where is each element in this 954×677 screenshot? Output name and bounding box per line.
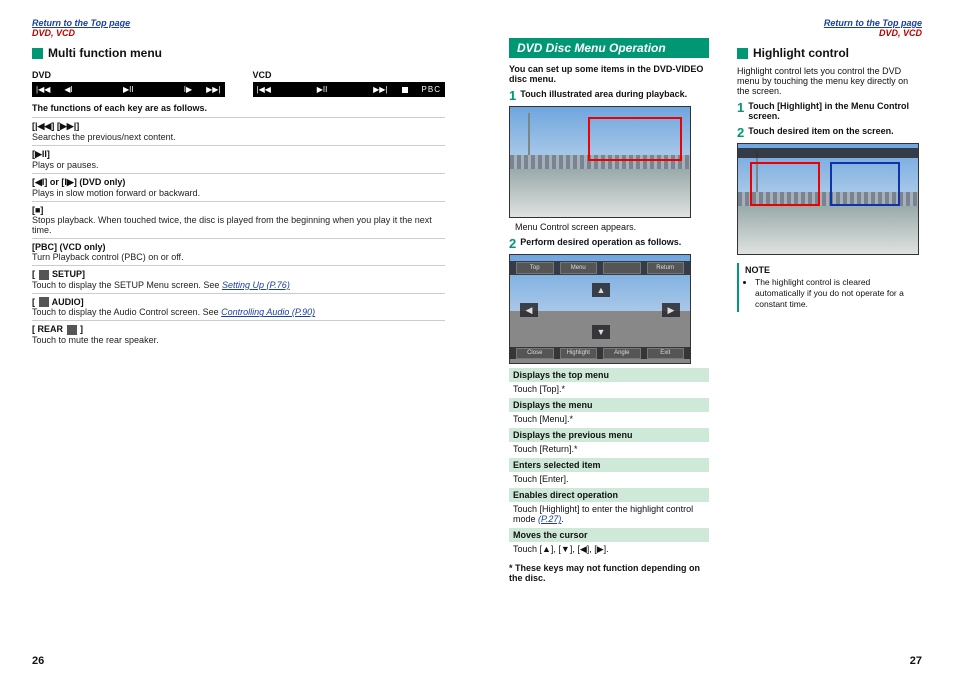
stop-icon bbox=[402, 87, 408, 93]
step-1: 1Touch illustrated area during playback. bbox=[509, 89, 709, 102]
highlight-screenshot bbox=[737, 143, 919, 255]
func-item: [PBC] (VCD only)Turn Playback control (P… bbox=[32, 238, 445, 265]
setup-icon bbox=[39, 270, 49, 280]
operation-table: Displays the top menuTouch [Top].* Displ… bbox=[509, 368, 709, 557]
table-value: Touch [Enter]. bbox=[509, 472, 709, 486]
heading-highlight-control: Highlight control bbox=[737, 46, 922, 60]
table-header: Displays the menu bbox=[509, 398, 709, 412]
thumb-highlight bbox=[830, 162, 900, 206]
table-header: Moves the cursor bbox=[509, 528, 709, 542]
prev-icon: |◀◀ bbox=[257, 85, 271, 94]
functions-intro: The functions of each key are as follows… bbox=[32, 103, 445, 113]
func-item: [ SETUP]Touch to display the SETUP Menu … bbox=[32, 265, 445, 293]
arrow-down-icon: ▼ bbox=[592, 325, 610, 339]
vcd-control-bar: |◀◀ ▶II ▶▶| PBC bbox=[253, 82, 446, 97]
thumb-highlight bbox=[750, 162, 820, 206]
prev-icon: |◀◀ bbox=[36, 85, 50, 94]
page-26: Return to the Top page DVD, VCD Multi fu… bbox=[0, 0, 477, 677]
table-value: Touch [▲], [▼], [◀], [▶]. bbox=[509, 542, 709, 557]
footnote: * These keys may not function depending … bbox=[509, 563, 709, 583]
mute-icon bbox=[67, 325, 77, 335]
page-link[interactable]: (P.27) bbox=[538, 514, 561, 524]
heading-text: Highlight control bbox=[753, 46, 849, 60]
table-value: Touch [Return].* bbox=[509, 442, 709, 456]
audio-icon bbox=[39, 297, 49, 307]
slow-fwd-icon: I▶ bbox=[184, 85, 192, 94]
caption-1: Menu Control screen appears. bbox=[515, 222, 709, 232]
table-value: Touch [Highlight] to enter the highlight… bbox=[509, 502, 709, 526]
func-item: [ REAR ]Touch to mute the rear speaker. bbox=[32, 320, 445, 348]
play-pause-icon: ▶II bbox=[123, 85, 134, 94]
dvd-label: DVD bbox=[32, 70, 225, 80]
func-item: [■]Stops playback. When touched twice, t… bbox=[32, 201, 445, 238]
dvd-control-bar: |◀◀ ◀I ▶II I▶ ▶▶| bbox=[32, 82, 225, 97]
section-banner: DVD Disc Menu Operation bbox=[509, 38, 709, 58]
playback-screenshot bbox=[509, 106, 691, 218]
top-link-left[interactable]: Return to the Top page DVD, VCD bbox=[32, 18, 445, 38]
arrow-left-icon: ◀ bbox=[520, 303, 538, 317]
func-item: [◀I] or [I▶] (DVD only)Plays in slow mot… bbox=[32, 173, 445, 201]
table-value: Touch [Top].* bbox=[509, 382, 709, 396]
func-item: [▶II]Plays or pauses. bbox=[32, 145, 445, 173]
section-label: DVD, VCD bbox=[32, 28, 75, 38]
top-link-right[interactable]: Return to the Top page DVD, VCD bbox=[509, 18, 922, 38]
arrow-up-icon: ▲ bbox=[592, 283, 610, 297]
menu-control-screenshot: TopMenuReturn ▲ ◀ ▶ ▼ CloseHighlightAngl… bbox=[509, 254, 691, 364]
heading-marker-icon bbox=[737, 48, 748, 59]
heading-multi-function: Multi function menu bbox=[32, 46, 445, 60]
play-pause-icon: ▶II bbox=[317, 85, 328, 94]
page-27: Return to the Top page DVD, VCD DVD Disc… bbox=[477, 0, 954, 677]
hc-intro: Highlight control lets you control the D… bbox=[737, 66, 922, 96]
hc-step-1: 1Touch [Highlight] in the Menu Control s… bbox=[737, 101, 922, 121]
touch-area-highlight bbox=[588, 117, 682, 161]
page-number: 27 bbox=[910, 655, 922, 667]
next-icon: ▶▶| bbox=[373, 85, 387, 94]
note-title: NOTE bbox=[745, 265, 916, 275]
audio-link[interactable]: Controlling Audio (P.90) bbox=[221, 307, 315, 317]
menu-top-bar: TopMenuReturn bbox=[510, 261, 690, 275]
step-2: 2Perform desired operation as follows. bbox=[509, 237, 709, 250]
table-header: Enters selected item bbox=[509, 458, 709, 472]
menu-foot-bar: CloseHighlightAngleExit bbox=[510, 347, 690, 359]
func-item: [|◀◀] [▶▶|]Searches the previous/next co… bbox=[32, 117, 445, 145]
setup-link[interactable]: Setting Up (P.76) bbox=[222, 280, 290, 290]
table-value: Touch [Menu].* bbox=[509, 412, 709, 426]
heading-text: Multi function menu bbox=[48, 46, 162, 60]
heading-marker-icon bbox=[32, 48, 43, 59]
next-icon: ▶▶| bbox=[206, 85, 220, 94]
pbc-label: PBC bbox=[422, 85, 441, 94]
return-link[interactable]: Return to the Top page bbox=[824, 18, 922, 28]
disc-menu-intro: You can set up some items in the DVD-VID… bbox=[509, 64, 709, 84]
func-item: [ AUDIO]Touch to display the Audio Contr… bbox=[32, 293, 445, 321]
table-header: Enables direct operation bbox=[509, 488, 709, 502]
table-header: Displays the previous menu bbox=[509, 428, 709, 442]
return-link[interactable]: Return to the Top page bbox=[32, 18, 130, 28]
page-number: 26 bbox=[32, 655, 44, 667]
slow-back-icon: ◀I bbox=[64, 85, 72, 94]
vcd-label: VCD bbox=[253, 70, 446, 80]
section-label: DVD, VCD bbox=[879, 28, 922, 38]
arrow-right-icon: ▶ bbox=[662, 303, 680, 317]
note-item: The highlight control is cleared automat… bbox=[755, 277, 916, 310]
hc-step-2: 2Touch desired item on the screen. bbox=[737, 126, 922, 139]
table-header: Displays the top menu bbox=[509, 368, 709, 382]
note-box: NOTE The highlight control is cleared au… bbox=[737, 263, 922, 312]
